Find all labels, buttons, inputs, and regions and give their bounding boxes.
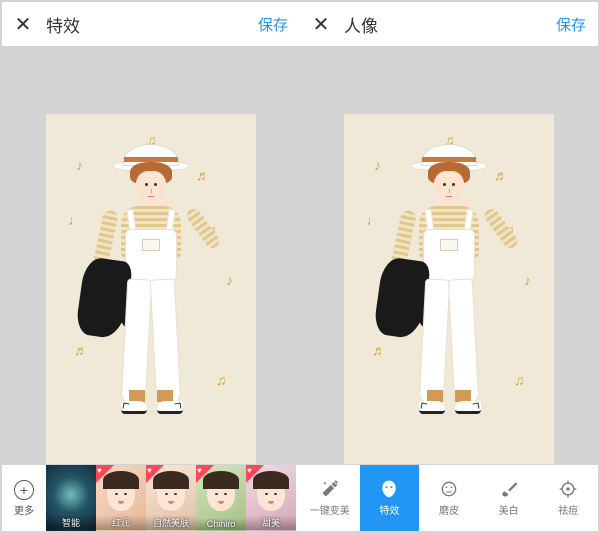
bottom-bar-right: 一键变美 特效 磨皮 美白 祛痘 [300, 465, 598, 531]
filter-thumb-smart[interactable]: 智能 [46, 465, 96, 531]
filter-thumb-rosy[interactable]: 红润 [96, 465, 146, 531]
tab-acne[interactable]: 祛痘 [538, 465, 598, 531]
tab-whiten[interactable]: 美白 [479, 465, 539, 531]
wand-icon [320, 479, 340, 499]
filter-thumb-sweet[interactable]: 甜美 [246, 465, 296, 531]
save-button[interactable]: 保存 [258, 14, 288, 35]
filter-thumb-natural[interactable]: 自然美肤 [146, 465, 196, 531]
plus-icon: + [14, 480, 34, 500]
pane-portrait: ✕ 人像 保存 ♫♪♬ ♩♫♪ ♬♫ [300, 2, 598, 531]
more-button[interactable]: + 更多 [2, 465, 46, 531]
more-label: 更多 [14, 502, 34, 517]
preview-image: ♫♪♬ ♩♫♪ ♬♫ [46, 114, 256, 464]
header-right: ✕ 人像 保存 [300, 2, 598, 46]
page-title: 人像 [344, 12, 378, 37]
header-left: ✕ 特效 保存 [2, 2, 300, 46]
target-icon [558, 479, 578, 499]
filter-thumb-strip: 智能 红润 自然美肤 Chihiro [46, 465, 296, 531]
page-title: 特效 [46, 12, 80, 37]
close-button[interactable]: ✕ [312, 12, 330, 37]
tab-beautify[interactable]: 一键变美 [300, 465, 360, 531]
filter-thumb-chihiro[interactable]: Chihiro [196, 465, 246, 531]
preview-image: ♫♪♬ ♩♫♪ ♬♫ [344, 114, 554, 464]
portrait-tabs: 一键变美 特效 磨皮 美白 祛痘 [300, 465, 598, 531]
face-icon [379, 479, 399, 499]
save-button[interactable]: 保存 [556, 14, 586, 35]
preview-canvas-left[interactable]: ♫♪♬ ♩♫♪ ♬♫ [2, 46, 300, 531]
app-root: ✕ 特效 保存 ♫♪♬ ♩♫♪ ♬♫ [0, 0, 600, 533]
tab-smooth[interactable]: 磨皮 [419, 465, 479, 531]
smooth-icon [439, 479, 459, 499]
tab-effects[interactable]: 特效 [360, 465, 420, 531]
bottom-bar-left: + 更多 智能 红润 自然美肤 [2, 465, 300, 531]
brush-icon [499, 479, 519, 499]
preview-canvas-right[interactable]: ♫♪♬ ♩♫♪ ♬♫ [300, 46, 598, 531]
pane-effects: ✕ 特效 保存 ♫♪♬ ♩♫♪ ♬♫ [2, 2, 300, 531]
close-button[interactable]: ✕ [14, 12, 32, 37]
